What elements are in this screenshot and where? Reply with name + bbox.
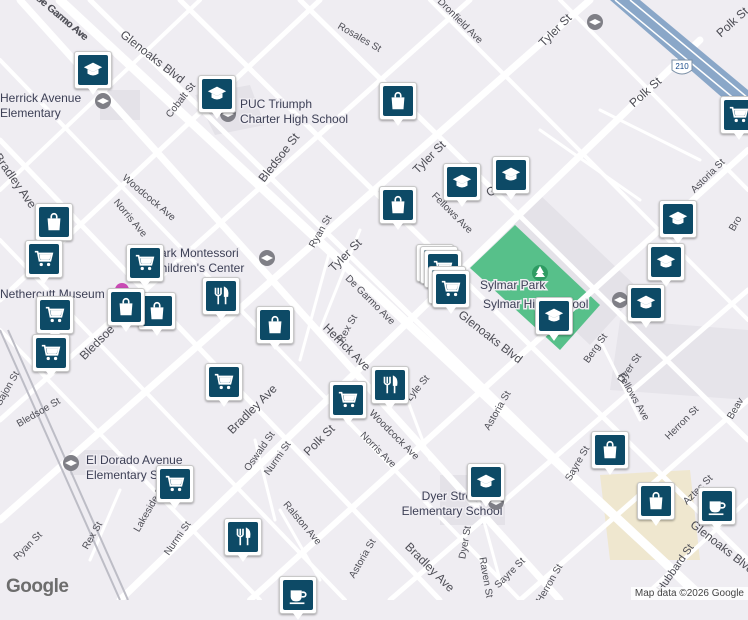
shopping-bag-marker[interactable] — [256, 306, 294, 350]
shopping-cart-icon — [333, 385, 363, 415]
school-marker[interactable] — [467, 463, 505, 507]
shopping-cart-icon — [436, 274, 466, 304]
shopping-cart-marker[interactable] — [329, 381, 367, 425]
shopping-cart-icon — [36, 338, 66, 368]
shopping-cart-marker[interactable] — [432, 270, 470, 314]
shopping-bag-marker[interactable] — [379, 186, 417, 230]
school-icon — [447, 167, 477, 197]
poi-label-montessori: Park Montessori — [152, 246, 239, 260]
shopping-cart-icon — [209, 367, 239, 397]
shopping-bag-marker[interactable] — [107, 288, 145, 332]
shopping-cart-marker[interactable] — [25, 240, 63, 284]
poi-label-herrick-elem: Herrick Avenue — [0, 91, 81, 105]
shopping-cart-marker[interactable] — [36, 296, 74, 340]
shopping-cart-icon — [160, 469, 190, 499]
shopping-cart-icon — [130, 248, 160, 278]
shopping-bag-marker[interactable] — [35, 203, 73, 247]
coffee-marker[interactable] — [698, 487, 736, 531]
shopping-cart-marker[interactable] — [32, 334, 70, 378]
shopping-cart-icon — [40, 300, 70, 330]
restaurant-icon — [206, 281, 236, 311]
poi-label-montessori: Children's Center — [152, 261, 244, 275]
shopping-cart-marker[interactable] — [156, 465, 194, 509]
highway-shield-label: 210 — [675, 62, 689, 71]
school-marker[interactable] — [535, 297, 573, 341]
school-icon — [78, 55, 108, 85]
map-attribution[interactable]: Map data ©2026 Google — [630, 587, 748, 600]
restaurant-marker[interactable] — [202, 277, 240, 321]
shopping-bag-marker[interactable] — [591, 431, 629, 475]
restaurant-icon — [228, 522, 258, 552]
poi-label-puc-triumph: PUC Triumph — [240, 97, 312, 111]
school-marker[interactable] — [492, 156, 530, 200]
school-icon — [663, 204, 693, 234]
school-pin-icon — [259, 250, 275, 266]
shopping-bag-icon — [142, 296, 172, 326]
restaurant-icon — [375, 370, 405, 400]
school-icon — [539, 301, 569, 331]
school-icon — [651, 247, 681, 277]
school-marker[interactable] — [647, 243, 685, 287]
shopping-bag-marker[interactable] — [637, 482, 675, 526]
school-marker[interactable] — [74, 51, 112, 95]
school-marker[interactable] — [627, 284, 665, 328]
school-pin-icon — [63, 455, 79, 471]
school-marker[interactable] — [443, 163, 481, 207]
shopping-cart-marker[interactable] — [720, 96, 748, 140]
school-icon — [631, 288, 661, 318]
coffee-icon — [283, 580, 313, 610]
shopping-cart-marker[interactable] — [205, 363, 243, 407]
restaurant-marker[interactable] — [371, 366, 409, 410]
highway-shield: 210 — [671, 59, 693, 75]
shopping-bag-marker[interactable] — [379, 82, 417, 126]
coffee-icon — [702, 491, 732, 521]
school-pin-icon — [95, 93, 111, 109]
poi-label-puc-triumph: Charter High School — [240, 112, 348, 126]
school-marker[interactable] — [198, 75, 236, 119]
shopping-bag-icon — [260, 310, 290, 340]
school-icon — [471, 467, 501, 497]
google-logo: Google — [6, 576, 69, 597]
shopping-bag-icon — [383, 86, 413, 116]
shopping-bag-icon — [595, 435, 625, 465]
poi-label-herrick-elem: Elementary — [0, 106, 61, 120]
shopping-bag-icon — [641, 486, 671, 516]
shopping-bag-icon — [39, 207, 69, 237]
school-icon — [496, 160, 526, 190]
shopping-bag-icon — [111, 292, 141, 322]
school-icon — [202, 79, 232, 109]
shopping-cart-icon — [724, 100, 748, 130]
school-marker[interactable] — [659, 200, 697, 244]
shopping-cart-icon — [29, 244, 59, 274]
shopping-cart-marker[interactable] — [126, 244, 164, 288]
restaurant-marker[interactable] — [224, 518, 262, 562]
coffee-marker[interactable] — [279, 576, 317, 620]
school-pin-icon — [587, 14, 603, 30]
school-pin-icon — [612, 292, 628, 308]
shopping-bag-icon — [383, 190, 413, 220]
park-pin-icon — [532, 265, 548, 281]
